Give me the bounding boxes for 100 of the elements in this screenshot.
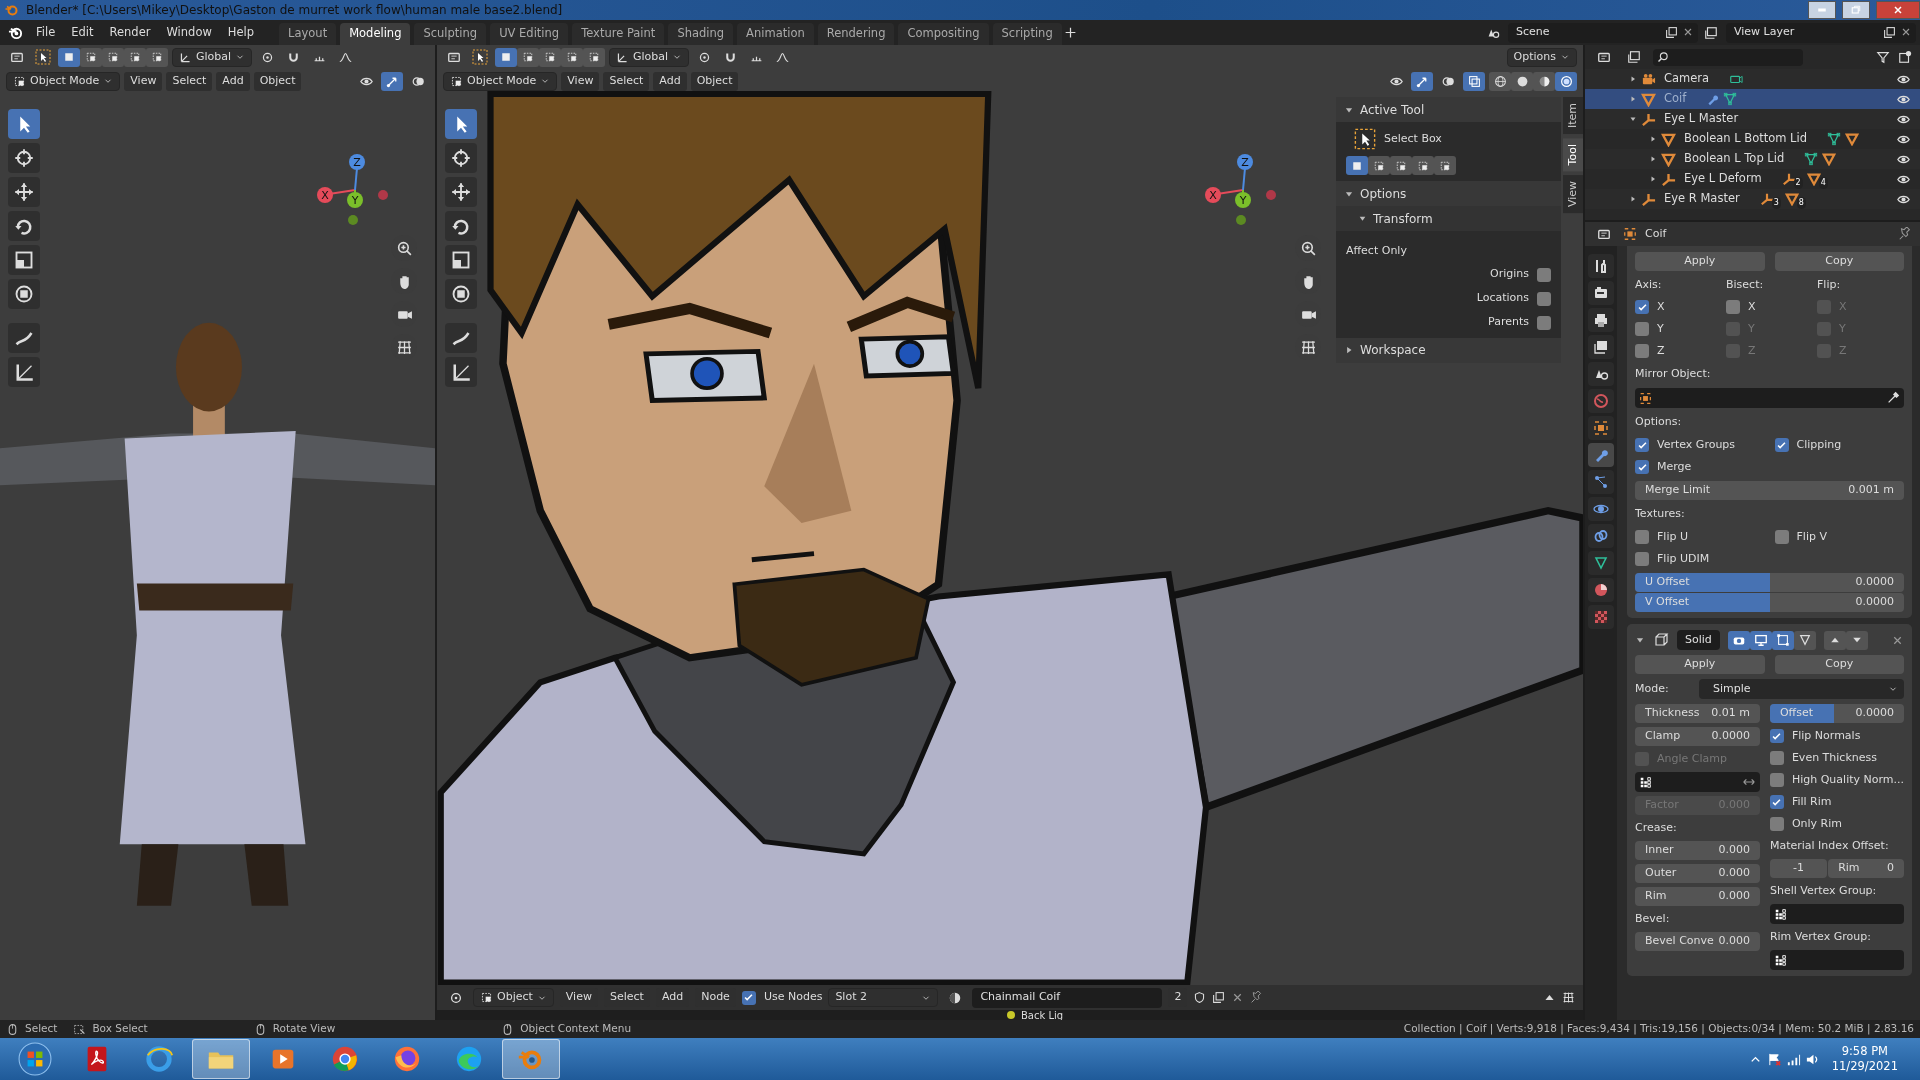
checkbox-label: Locations xyxy=(1476,290,1529,307)
section-label: Crease: xyxy=(1635,819,1678,836)
axis-handle[interactable]: Y xyxy=(1235,192,1251,208)
checkbox-label: High Quality Norm... xyxy=(1791,771,1904,788)
panel-header[interactable]: Active Tool xyxy=(1336,97,1561,122)
axis-handle[interactable]: X xyxy=(1205,187,1221,203)
number-field[interactable]: Thickness 0.01 m xyxy=(1635,704,1760,723)
section-label: Mirror Object: xyxy=(1635,365,1712,382)
section-label: Options: xyxy=(1635,413,1683,430)
count-badge: 8 xyxy=(1796,197,1806,209)
menu-item[interactable]: Render xyxy=(102,20,158,45)
section-label: Bisect: xyxy=(1726,276,1765,293)
modifier-name-field[interactable]: Solid xyxy=(1677,630,1720,650)
number-field[interactable]: Rim 0.000 xyxy=(1635,887,1760,906)
menu-item[interactable]: Window xyxy=(159,20,219,45)
shader-type-dropdown[interactable]: Object xyxy=(473,988,554,1007)
hint-label: Object Context Menu xyxy=(520,1021,632,1037)
checkbox-label: Flip U xyxy=(1657,528,1688,545)
number-field[interactable]: -1 xyxy=(1769,859,1828,878)
checkbox-label: Origins xyxy=(1490,266,1529,283)
object-name: Coif xyxy=(1645,225,1667,242)
checkbox-label: Flip Normals xyxy=(1791,727,1861,744)
axis-handle[interactable]: Y xyxy=(347,192,363,208)
hint-label: Box Select xyxy=(92,1021,148,1037)
menu-item[interactable]: File xyxy=(29,20,63,45)
checkbox-label: Angle Clamp xyxy=(1657,750,1727,767)
workspace-tab[interactable]: Rendering xyxy=(817,23,895,45)
field-label: Mode: xyxy=(1635,680,1670,697)
number-field[interactable]: Outer 0.000 xyxy=(1635,864,1760,883)
checkbox-label: Merge xyxy=(1657,458,1692,475)
workspace-tab[interactable]: Compositing xyxy=(898,23,989,45)
workspace-tab[interactable]: Animation xyxy=(737,23,814,45)
checkbox-label: Z xyxy=(1657,342,1665,359)
checkbox-label: Fill Rim xyxy=(1791,793,1832,810)
copy-button[interactable]: Copy xyxy=(1774,655,1904,674)
axis-handle[interactable]: Z xyxy=(349,154,365,170)
section-label: Textures: xyxy=(1635,505,1686,522)
checkbox-label: X xyxy=(1748,298,1756,315)
workspace-tab[interactable]: Shading xyxy=(668,23,734,45)
number-field[interactable]: Merge Limit 0.001 m xyxy=(1635,481,1904,500)
tool-name: Select Box xyxy=(1384,130,1442,147)
menu-button[interactable]: View xyxy=(561,71,600,91)
menu-button[interactable]: View xyxy=(124,71,163,91)
sidebar-tab[interactable]: Tool xyxy=(1563,138,1583,172)
scene-statistics: Collection | Coif | Verts:9,918 | Faces:9,434 | Tris:19,156 | Objects:0/34 | Mem: 50.2 MiB | 2.83.16 xyxy=(1403,1021,1914,1037)
view-layer-field[interactable]: View Layer xyxy=(1726,22,1916,43)
section-label: Bevel: xyxy=(1635,910,1671,927)
workspace-tab[interactable]: Modeling xyxy=(340,23,411,45)
clock-time: 9:58 PM xyxy=(1840,1044,1889,1059)
window-title: Blender* [C:\Users\Mikey\Desktop\Gaston de murret work flow\human male base2.blend] xyxy=(26,2,563,19)
workspace-tab[interactable]: Scripting xyxy=(992,23,1062,45)
apply-button[interactable]: Apply xyxy=(1635,655,1765,674)
outliner-row[interactable]: Boolean L Bottom Lid xyxy=(1585,129,1920,149)
checkbox-label: Z xyxy=(1748,342,1756,359)
number-field[interactable]: V Offset 0.0000 xyxy=(1635,593,1904,612)
sidebar-tab[interactable]: Item xyxy=(1563,97,1583,135)
number-field[interactable]: Bevel Conve 0.000 xyxy=(1635,932,1760,951)
checkbox-label: Parents xyxy=(1488,314,1529,331)
checkbox-label: Use Nodes xyxy=(763,989,823,1006)
number-field[interactable]: Offset 0.0000 xyxy=(1769,704,1904,723)
checkbox-label: Even Thickness xyxy=(1791,749,1877,766)
mode-dropdown[interactable]: Object Mode xyxy=(443,71,558,91)
workspace-tab[interactable]: Sculpting xyxy=(414,23,487,45)
mode-dropdown[interactable]: Simple xyxy=(1699,679,1904,699)
axis-handle[interactable]: X xyxy=(317,187,333,203)
slot-dropdown[interactable]: Slot 2 xyxy=(828,988,939,1007)
axis-handle[interactable]: Z xyxy=(1237,154,1253,170)
number-field[interactable]: Clamp 0.0000 xyxy=(1635,727,1760,746)
section-label: Material Index Offset: xyxy=(1769,837,1890,854)
copy-button[interactable]: Copy xyxy=(1774,252,1904,271)
hint-label: Select xyxy=(25,1021,58,1037)
scene-field[interactable]: Scene xyxy=(1508,22,1698,43)
menu-item[interactable]: Edit xyxy=(64,20,101,45)
outliner-row[interactable]: Coif xyxy=(1585,89,1920,109)
mode-dropdown[interactable]: Object Mode xyxy=(6,71,121,91)
menu-item[interactable]: Help xyxy=(220,20,262,45)
panel-header[interactable]: Options xyxy=(1336,181,1561,206)
checkbox-label: Z xyxy=(1839,342,1847,359)
checkbox-label: Flip UDIM xyxy=(1657,550,1710,567)
number-field[interactable]: Inner 0.000 xyxy=(1635,841,1760,860)
apply-button[interactable]: Apply xyxy=(1635,252,1765,271)
number-field[interactable]: U Offset 0.0000 xyxy=(1635,573,1904,592)
count-badge: 4 xyxy=(1818,177,1828,189)
outliner-row[interactable]: Eye L Deform 2 4 xyxy=(1585,169,1920,189)
workspace-tab[interactable]: Layout xyxy=(279,23,337,45)
checkbox-label: X xyxy=(1657,298,1665,315)
clock-date: 11/29/2021 xyxy=(1831,1059,1898,1074)
section-label: Affect Only xyxy=(1346,243,1408,259)
checkbox-label: Flip V xyxy=(1796,528,1827,545)
checkbox-label: Y xyxy=(1657,320,1664,337)
number-field[interactable]: Rim 0 xyxy=(1828,859,1904,878)
count-badge: 3 xyxy=(1771,197,1781,209)
checkbox-label: Clipping xyxy=(1796,436,1842,453)
subpanel-header[interactable]: Transform xyxy=(1336,206,1561,231)
panel-header[interactable]: Workspace xyxy=(1336,337,1561,363)
workspace-tab[interactable]: Texture Paint xyxy=(572,23,665,45)
workspace-tab[interactable]: UV Editing xyxy=(490,23,569,45)
sidebar-tab[interactable]: View xyxy=(1563,175,1583,214)
section-label: Shell Vertex Group: xyxy=(1769,882,1878,899)
material-name-field[interactable]: Chainmail Coif xyxy=(972,987,1163,1008)
